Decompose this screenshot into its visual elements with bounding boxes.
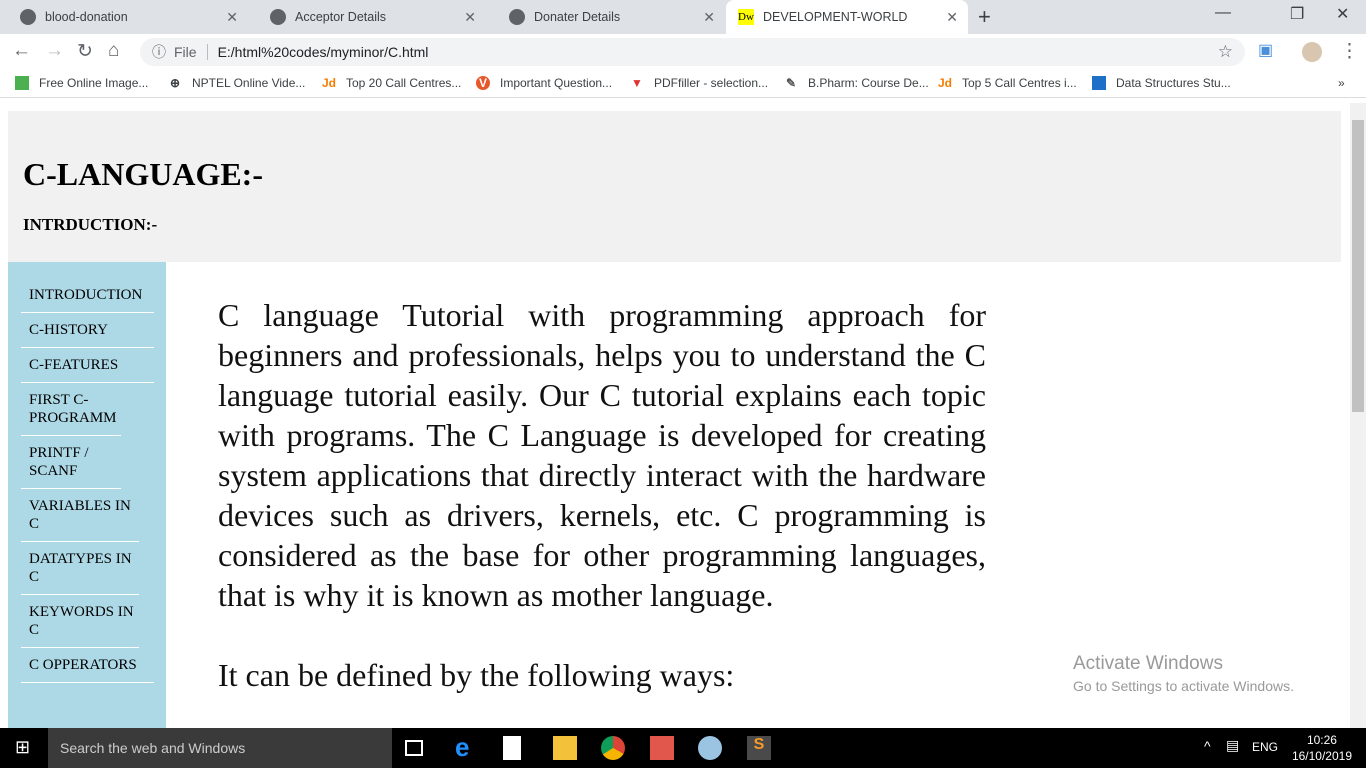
bookmark[interactable]: ✎ B.Pharm: Course De... [784,76,929,90]
chevron-up-icon[interactable]: ^ [1204,738,1211,754]
globe-icon [270,9,286,25]
sidebar-item-printf-scanf[interactable]: PRINTF / SCANF [21,436,121,489]
paint-icon[interactable] [698,736,722,760]
back-button[interactable]: ← [12,40,31,62]
bookmarks-bar: Free Online Image... ⊕ NPTEL Online Vide.… [0,70,1366,98]
avatar[interactable] [1302,42,1322,62]
restore-button[interactable]: ❐ [1290,4,1304,24]
activate-windows-watermark: Activate Windows Go to Settings to activ… [1073,653,1294,694]
tab-acceptor-details[interactable]: Acceptor Details ✕ [250,0,486,34]
menu-icon[interactable]: ⋮ [1340,40,1359,63]
tab-blood-donation[interactable]: blood-donation ✕ [0,0,248,34]
close-tab-icon[interactable]: ✕ [464,9,476,26]
ds-icon [1092,76,1106,90]
sidebar-item-variables[interactable]: VARIABLES IN C [21,489,139,542]
page-title: C-LANGUAGE:- [23,156,263,192]
language-indicator[interactable]: ENG [1252,740,1278,754]
close-tab-icon[interactable]: ✕ [946,9,958,26]
web-page: C-LANGUAGE:- INTRDUCTION:- INTRODUCTION … [0,103,1350,728]
file-explorer-icon[interactable] [553,736,577,760]
new-tab-button[interactable]: + [978,4,991,30]
pharm-icon: ✎ [785,76,797,90]
sidebar-item-datatypes[interactable]: DATATYPES IN C [21,542,139,595]
jd-icon: Jd [938,76,953,90]
browser-toolbar: ← → ↻ ⌂ ⓘ File E:/html%20codes/myminor/C… [0,34,1366,70]
nptel-icon: ⊕ [169,76,181,90]
taskbar: ⊞ Search the web and Windows e S ^ ▤ ENG… [0,728,1366,768]
sublime-icon[interactable]: S [747,736,771,760]
bookmark[interactable]: ⊕ NPTEL Online Vide... [168,76,305,90]
chrome-icon[interactable] [601,736,625,760]
bookmark[interactable]: ▼ PDFfiller - selection... [630,76,768,90]
extension-icon[interactable]: ▣ [1258,40,1273,60]
sidebar-item-c-features[interactable]: C-FEATURES [21,348,154,383]
clock[interactable]: 10:26 16/10/2019 [1292,732,1352,764]
bookmark[interactable]: Jd Top 20 Call Centres... [322,76,461,90]
sidebar-item-operators[interactable]: C OPPERATORS [21,648,154,683]
globe-icon [20,9,36,25]
image-icon [15,76,29,90]
star-icon[interactable]: ☆ [1218,42,1233,62]
url-text: E:/html%20codes/myminor/C.html [217,44,429,60]
page-header: C-LANGUAGE:- INTRDUCTION:- [8,111,1341,262]
tab-donater-details[interactable]: Donater Details ✕ [489,0,725,34]
reload-button[interactable]: ↻ [77,40,93,63]
dreamweaver-icon: Dw [738,9,754,25]
globe-icon [509,9,525,25]
jd-icon: Jd [322,76,337,90]
bookmark[interactable]: V Important Question... [476,76,612,90]
windows-start-icon[interactable]: ⊞ [15,737,30,758]
edge-icon[interactable]: e [455,732,479,762]
info-icon: ⓘ [152,44,166,60]
main-content: C language Tutorial with programming app… [218,295,986,728]
v-icon: V [476,76,490,90]
sidebar-item-c-history[interactable]: C-HISTORY [21,313,154,348]
page-subtitle: INTRDUCTION:- [23,215,158,234]
close-tab-icon[interactable]: ✕ [226,9,238,26]
close-window-button[interactable]: ✕ [1336,4,1349,24]
home-button[interactable]: ⌂ [108,40,119,62]
pdffiller-icon: ▼ [631,76,643,90]
bookmark[interactable]: Jd Top 5 Call Centres i... [938,76,1077,90]
bookmark[interactable]: Free Online Image... [15,76,148,90]
notification-icon[interactable]: ▤ [1226,737,1239,754]
close-tab-icon[interactable]: ✕ [703,9,715,26]
scrollbar-thumb[interactable] [1352,120,1364,412]
bookmark[interactable]: Data Structures Stu... [1092,76,1231,90]
taskbar-search[interactable]: Search the web and Windows [48,728,392,768]
sidebar-item-keywords[interactable]: KEYWORDS IN C [21,595,139,648]
sidebar-item-introduction[interactable]: INTRODUCTION [21,278,154,313]
tab-development-world[interactable]: Dw DEVELOPMENT-WORLD ✕ [726,0,968,34]
tab-bar: blood-donation ✕ Acceptor Details ✕ Donate… [0,0,1366,34]
task-view-icon[interactable] [405,740,423,756]
more-bookmarks-icon[interactable]: » [1338,76,1345,90]
minimize-button[interactable]: — [1215,4,1231,22]
definition-paragraph: It can be defined by the following ways: [218,657,735,693]
store-icon[interactable] [503,736,521,760]
forward-button[interactable]: → [45,40,64,62]
powerpoint-icon[interactable] [650,736,674,760]
address-bar[interactable]: ⓘ File E:/html%20codes/myminor/C.html ☆ [140,38,1245,66]
intro-paragraph: C language Tutorial with programming app… [218,297,986,613]
sidebar-item-first-program[interactable]: FIRST C-PROGRAMM [21,383,121,436]
scrollbar[interactable] [1350,103,1366,728]
sidebar: INTRODUCTION C-HISTORY C-FEATURES FIRST … [8,262,166,728]
